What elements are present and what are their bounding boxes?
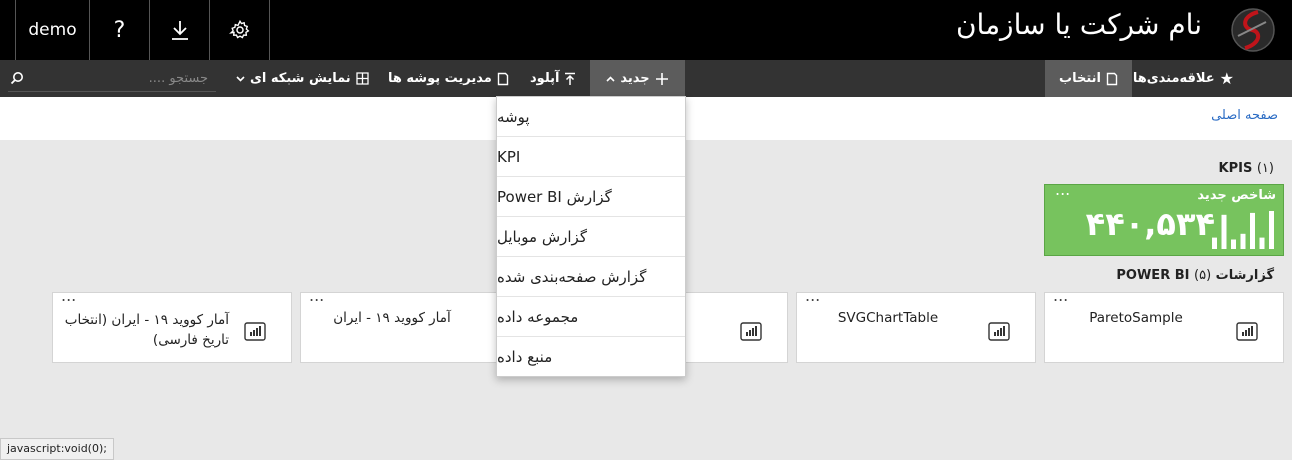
breadcrumb-home-link[interactable]: صفحه اصلی — [1211, 108, 1278, 123]
more-options-icon[interactable]: ... — [1053, 286, 1068, 305]
user-menu[interactable]: demo — [15, 0, 90, 60]
more-options-icon[interactable]: ... — [61, 286, 76, 305]
search-input[interactable] — [30, 65, 216, 92]
select-icon — [1106, 72, 1118, 85]
kpis-section-title: KPIS (۱) — [1219, 161, 1274, 176]
manage-folders-label: مدیریت پوشه ها — [388, 71, 492, 86]
more-options-icon[interactable]: ... — [1055, 180, 1070, 199]
menu-item-data-source[interactable]: منبع داده — [497, 337, 685, 377]
report-name: SVGChartTable — [837, 310, 939, 326]
company-name: نام شرکت یا سازمان — [955, 8, 1202, 41]
chevron-up-icon — [606, 75, 615, 82]
chevron-down-icon — [236, 75, 245, 82]
menu-item-folder[interactable]: پوشه — [497, 97, 685, 137]
more-options-icon[interactable]: ... — [805, 286, 820, 305]
favorites-label: علاقه‌مندی‌ها — [1132, 71, 1215, 86]
star-icon: ★ — [1219, 69, 1234, 88]
new-dropdown-menu: پوشه KPI گزارش Power BI گزارش موبایل گزا… — [496, 96, 686, 377]
top-bar: demo ? نام شرکت یا سازمان — [0, 0, 1292, 60]
new-label: جدید — [620, 71, 650, 86]
menu-item-mobile-report[interactable]: گزارش موبایل — [497, 217, 685, 257]
plus-icon — [655, 72, 668, 85]
grid-view-button[interactable]: نمایش شبکه ای — [236, 60, 369, 97]
powerbi-count: (۵) — [1194, 268, 1212, 283]
menu-item-powerbi-report[interactable]: گزارش Power BI — [497, 177, 685, 217]
report-card[interactable]: ... SVGChartTable — [796, 286, 1036, 363]
status-bar: javascript:void(0); — [0, 438, 114, 460]
powerbi-report-icon — [244, 322, 266, 341]
download-button[interactable] — [150, 0, 210, 60]
kpi-bar — [1231, 239, 1236, 249]
powerbi-report-icon — [740, 322, 762, 341]
new-button[interactable]: جدید — [590, 60, 685, 97]
report-name: آمار کووید ۱۹ - ایران — [333, 310, 451, 326]
logo-icon — [1231, 8, 1275, 52]
report-name: ParetoSample — [1089, 310, 1183, 326]
report-card[interactable]: ... ParetoSample — [1044, 286, 1284, 363]
kpi-card[interactable]: ... شاخص جدید ۴۴۰,۵۳۴ — [1044, 180, 1284, 256]
user-name: demo — [28, 20, 77, 40]
select-label: انتخاب — [1059, 71, 1101, 86]
upload-icon — [565, 72, 576, 85]
search-icon[interactable] — [10, 71, 24, 85]
search-box — [8, 65, 216, 92]
report-name: آمار کووید ۱۹ - ایران (انتخاب تاریخ فارس… — [64, 312, 229, 348]
help-button[interactable]: ? — [90, 0, 150, 60]
kpis-count: (۱) — [1256, 161, 1274, 176]
kpi-name: شاخص جدید — [1197, 188, 1276, 203]
menu-item-paginated-report[interactable]: گزارش صفحه‌بندی شده — [497, 257, 685, 297]
kpi-bar — [1221, 214, 1227, 249]
kpi-bar — [1269, 211, 1274, 249]
kpi-bar — [1259, 237, 1265, 249]
document-icon — [497, 72, 509, 85]
powerbi-report-icon — [1236, 322, 1258, 341]
powerbi-report-icon — [988, 322, 1010, 341]
help-icon: ? — [113, 17, 126, 43]
grid-icon — [356, 72, 369, 85]
gear-icon — [228, 19, 249, 39]
menu-item-kpi[interactable]: KPI — [497, 137, 685, 177]
select-button[interactable]: انتخاب — [1045, 60, 1132, 97]
download-icon — [171, 21, 188, 40]
upload-label: آپلود — [530, 71, 560, 86]
upload-button[interactable]: آپلود — [530, 60, 576, 97]
kpi-bars-chart — [1212, 211, 1274, 249]
nav-bar: ★ علاقه‌مندی‌ها انتخاب جدید آپلود مدیریت… — [0, 60, 1292, 97]
kpis-title: KPIS — [1218, 161, 1253, 176]
menu-item-dataset[interactable]: مجموعه داده — [497, 297, 685, 337]
report-card[interactable]: ... آمار کووید ۱۹ - ایران (انتخاب تاریخ … — [52, 286, 292, 363]
favorites-button[interactable]: ★ علاقه‌مندی‌ها — [1133, 60, 1234, 97]
kpi-bar — [1250, 212, 1255, 249]
kpi-bar — [1240, 233, 1246, 249]
more-options-icon[interactable]: ... — [309, 286, 324, 305]
manage-folders-button[interactable]: مدیریت پوشه ها — [388, 60, 509, 97]
kpi-bar — [1212, 237, 1217, 249]
powerbi-section-title: گزارشات POWER BI (۵) — [1116, 268, 1274, 283]
kpi-value: ۴۴۰,۵۳۴ — [1085, 205, 1215, 243]
grid-view-label: نمایش شبکه ای — [250, 71, 351, 86]
settings-button[interactable] — [210, 0, 270, 60]
